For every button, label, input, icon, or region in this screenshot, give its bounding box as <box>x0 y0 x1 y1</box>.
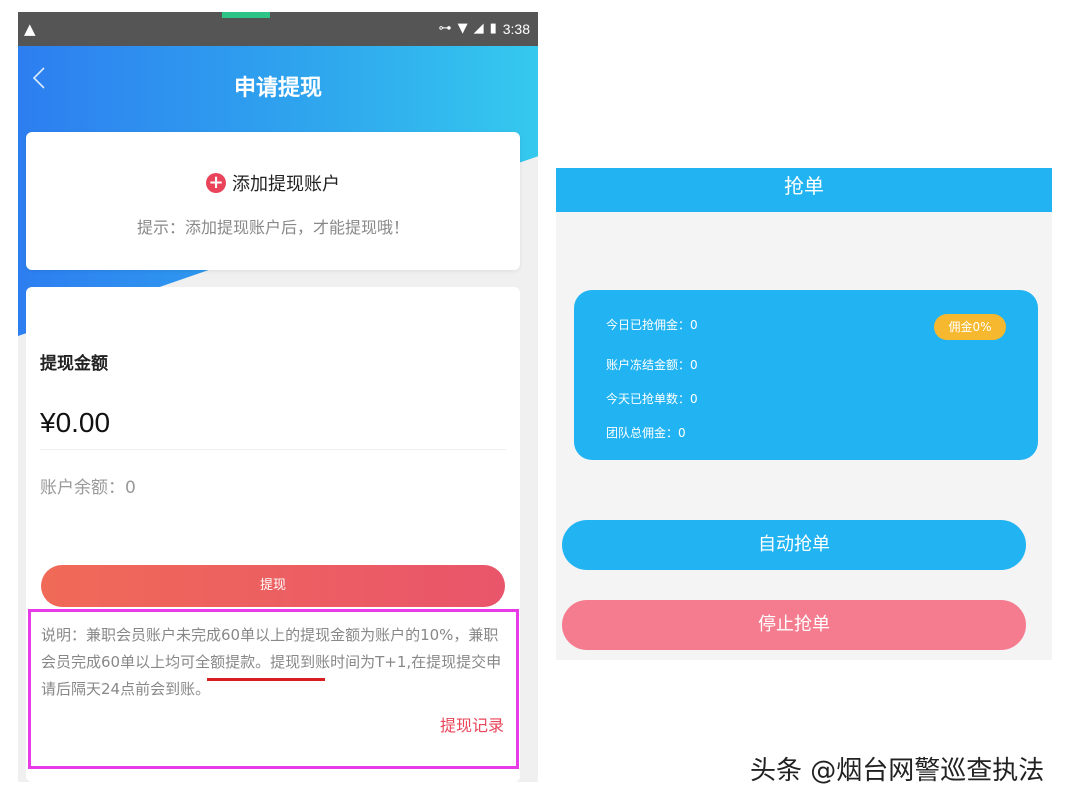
withdraw-screen: ▲ ⊶ ▼ ◢ ▮ 3:38 申请提现 + 添加提现账户 提示：添加提现账户后，… <box>18 12 538 782</box>
withdraw-button[interactable]: 提现 <box>41 565 505 607</box>
amount-divider <box>40 449 506 450</box>
auto-grab-button[interactable]: 自动抢单 <box>562 520 1026 570</box>
withdraw-record-link[interactable]: 提现记录 <box>440 712 504 736</box>
amount-card: 提现金额 ¥0.00 账户余额：0 提现 说明：兼职会员账户未完成60单以上的提… <box>26 287 520 782</box>
commission-rate-badge: 佣金0% <box>934 314 1006 340</box>
page-title: 申请提现 <box>233 76 322 101</box>
today-order-count: 今天已抢单数：0 <box>606 392 698 406</box>
watermark-text: 头条 @烟台网警巡查执法 <box>750 756 1045 786</box>
status-bar: ▲ ⊶ ▼ ◢ ▮ 3:38 <box>18 12 538 46</box>
team-commission: 团队总佣金：0 <box>606 426 686 440</box>
key-icon: ⊶ <box>438 21 452 36</box>
add-account-hint: 提示：添加提现账户后，才能提现哦！ <box>136 218 409 237</box>
frozen-amount: 账户冻结金额：0 <box>606 358 698 372</box>
signal-icon: ◢ <box>473 21 484 36</box>
note-highlight-box: 说明：兼职会员账户未完成60单以上的提现金额为账户的10%，兼职会员完成60单以… <box>28 609 519 769</box>
account-balance: 账户余额：0 <box>40 478 136 498</box>
withdraw-note: 说明：兼职会员账户未完成60单以上的提现金额为账户的10%，兼职会员完成60单以… <box>41 626 502 698</box>
status-time: 3:38 <box>502 21 530 37</box>
status-notch <box>222 12 270 18</box>
add-account-label: 添加提现账户 <box>232 174 340 195</box>
status-icons: ⊶ ▼ ◢ ▮ 3:38 <box>439 21 530 37</box>
warning-icon: ▲ <box>24 20 36 38</box>
today-commission: 今日已抢佣金：0 <box>606 318 698 332</box>
grab-order-screen: 抢单 今日已抢佣金：0 账户冻结金额：0 今天已抢单数：0 团队总佣金：0 佣金… <box>556 168 1052 660</box>
commission-info-card: 今日已抢佣金：0 账户冻结金额：0 今天已抢单数：0 团队总佣金：0 佣金0% <box>574 290 1038 460</box>
battery-icon: ▮ <box>489 21 497 36</box>
red-underline-annotation <box>207 678 325 681</box>
wifi-icon: ▼ <box>457 21 468 36</box>
grab-order-title: 抢单 <box>556 168 1052 212</box>
amount-label: 提现金额 <box>40 354 108 374</box>
plus-circle-icon: + <box>206 173 226 193</box>
amount-input[interactable]: ¥0.00 <box>40 407 110 439</box>
add-account-row[interactable]: + 添加提现账户 <box>26 170 520 196</box>
add-account-card[interactable]: + 添加提现账户 提示：添加提现账户后，才能提现哦！ <box>26 132 520 270</box>
stop-grab-button[interactable]: 停止抢单 <box>562 600 1026 650</box>
